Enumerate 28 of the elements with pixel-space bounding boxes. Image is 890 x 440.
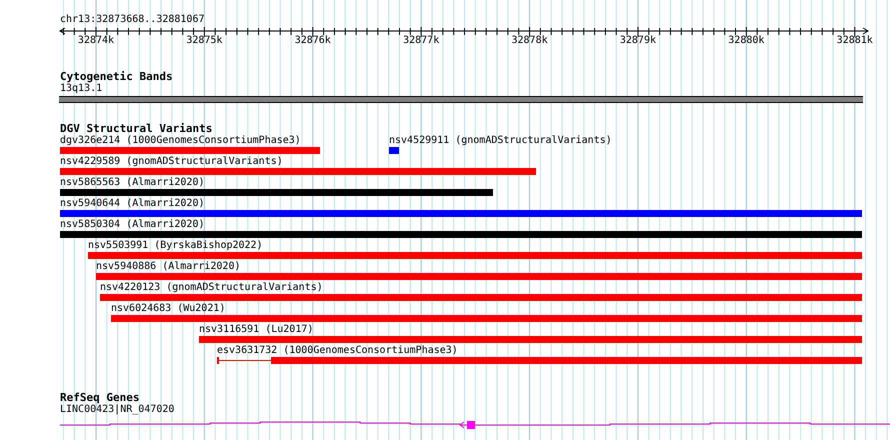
variant-bar[interactable] <box>217 357 862 364</box>
variant-label: nsv5865563 (Almarri2020) <box>60 177 204 189</box>
variant-label: dgv326e214 (1000GenomesConsortiumPhase3) <box>60 135 301 147</box>
track-title: Cytogenetic Bands <box>60 70 173 83</box>
variant-label: nsv5940644 (Almarri2020) <box>60 198 204 210</box>
ruler-tick-label: 32876k <box>294 35 331 47</box>
band-label: 13q13.1 <box>60 83 102 95</box>
track-title: RefSeq Genes <box>60 391 140 404</box>
track-title: DGV Structural Variants <box>60 122 212 135</box>
ruler-tick-label: 32878k <box>511 35 548 47</box>
ruler-tick-label: 32874k <box>78 35 114 47</box>
variant-label: esv3631732 (1000GenomesConsortiumPhase3) <box>217 345 458 357</box>
ruler-tick-label: 32880k <box>728 35 764 47</box>
variant-label: nsv4220123 (gnomADStructuralVariants) <box>100 282 323 294</box>
variant-label: nsv3116591 (Lu2017) <box>199 324 314 336</box>
ruler-tick-label: 32879k <box>620 35 656 47</box>
variant-label: nsv4529911 (gnomADStructuralVariants) <box>389 135 612 147</box>
ruler-tick-label: 32881k <box>836 35 873 47</box>
variant-label: nsv4229589 (gnomADStructuralVariants) <box>60 156 283 168</box>
locus-label: chr13:32873668..32881067 <box>60 14 204 26</box>
variant-label: nsv5850304 (Almarri2020) <box>60 219 204 231</box>
variant-label: nsv6024683 (Wu2021) <box>111 303 226 315</box>
ruler-tick-label: 32875k <box>186 35 222 47</box>
variant-label: nsv5503991 (ByrskaBishop2022) <box>88 240 263 252</box>
ruler-tick-label: 32877k <box>403 35 440 47</box>
gene-model-drawing[interactable] <box>60 421 890 429</box>
variant-label: nsv5940886 (Almarri2020) <box>96 261 240 273</box>
gene-label: LINC00423|NR_047020 <box>60 404 174 416</box>
